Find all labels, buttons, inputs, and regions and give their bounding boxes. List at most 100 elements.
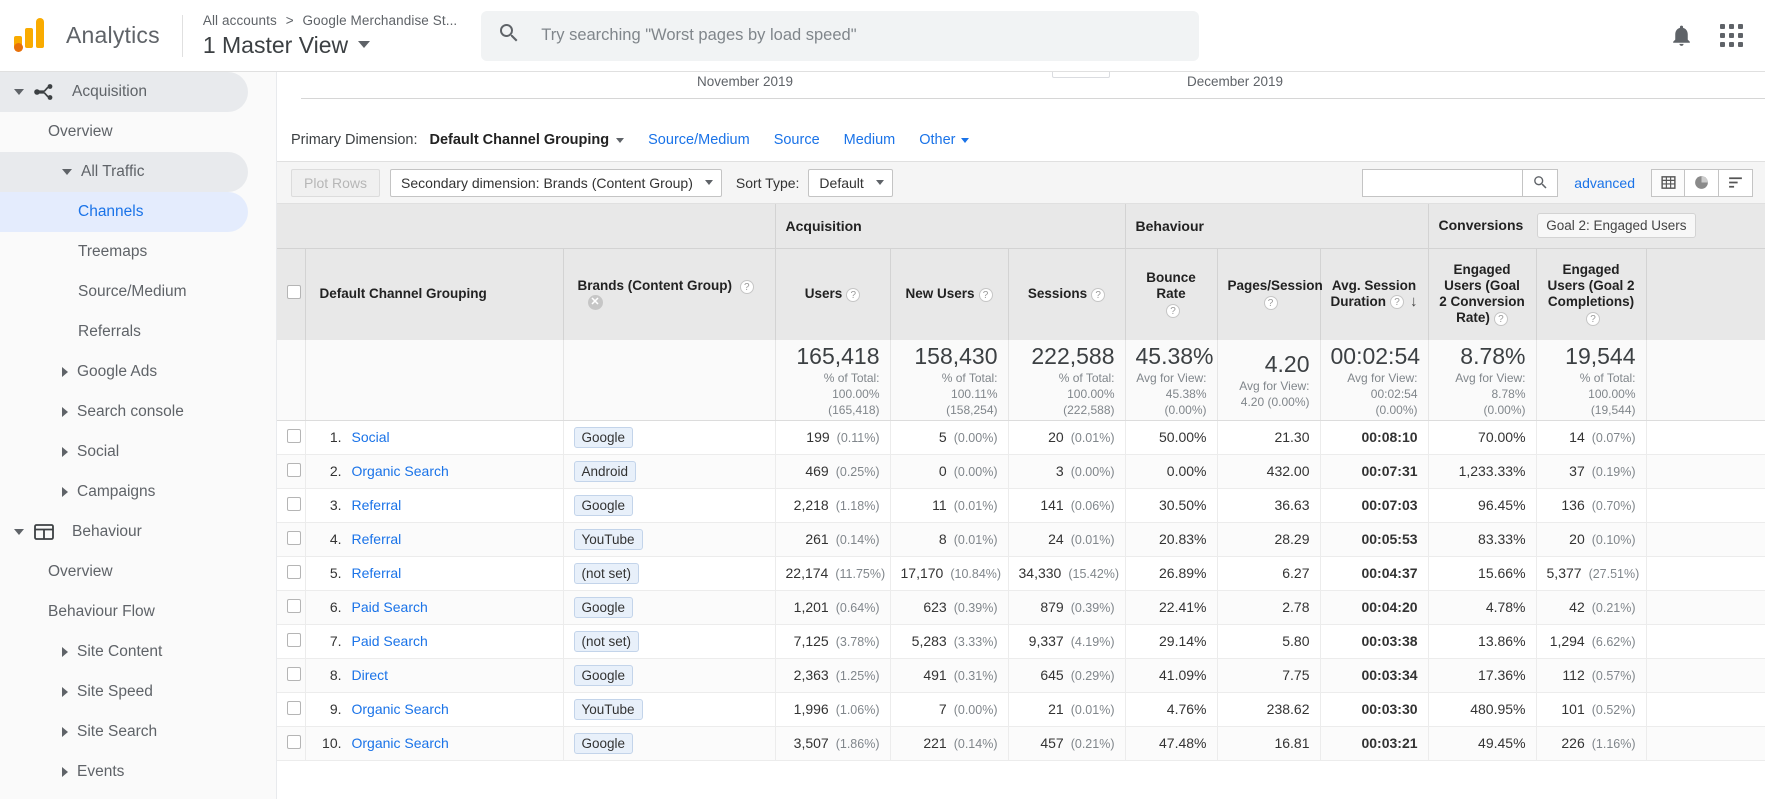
secondary-dimension-select[interactable]: Secondary dimension: Brands (Content Gro…	[390, 168, 722, 197]
channel-link[interactable]: Paid Search	[352, 633, 428, 649]
breadcrumb-account[interactable]: Google Merchandise St...	[303, 13, 458, 28]
brand-chip[interactable]: Android	[573, 460, 637, 482]
row-checkbox[interactable]	[287, 632, 301, 647]
row-checkbox[interactable]	[287, 462, 301, 477]
sidebar-item-events[interactable]: Events	[0, 752, 276, 792]
table-search-input[interactable]	[1362, 168, 1523, 197]
sidebar-item-site-content[interactable]: Site Content	[0, 632, 276, 672]
column-sessions[interactable]: Sessions?	[1008, 247, 1126, 340]
channel-link[interactable]: Referral	[352, 565, 402, 581]
row-checkbox[interactable]	[287, 530, 301, 545]
brand-chip[interactable]: Google	[573, 732, 634, 754]
table-row[interactable]: 5. Referral (not set) 22,174 (11.75%) 17,170(…	[277, 556, 1765, 591]
help-icon[interactable]: ?	[1390, 295, 1404, 310]
channel-link[interactable]: Organic Search	[352, 701, 449, 717]
help-icon[interactable]: ?	[978, 287, 993, 302]
column-brands-content-group[interactable]: Brands (Content Group) ? ✕	[563, 247, 776, 340]
sidebar-item-social[interactable]: Social	[0, 432, 276, 472]
sidebar-item-site-speed[interactable]: Site Speed	[0, 672, 276, 712]
view-name[interactable]: 1 Master View	[203, 30, 457, 60]
table-row[interactable]: 9. Organic Search YouTube 1,996 (1.06%) 7 (0.0…	[277, 692, 1765, 727]
help-icon[interactable]: ?	[1263, 295, 1278, 310]
column-avg-session-duration[interactable]: Avg. Session Duration? ↓	[1320, 247, 1429, 340]
primary-dimension-source[interactable]: Source	[774, 132, 820, 148]
table-row[interactable]: 6. Paid Search Google 1,201 (0.64%) 623 (0.39%…	[277, 590, 1765, 625]
sidebar-item-referrals[interactable]: Referrals	[0, 312, 276, 352]
column-goal2-conversion-rate[interactable]: Engaged Users (Goal 2 Conversion Rate)?	[1428, 247, 1537, 340]
column-pages-session[interactable]: Pages/Session?	[1217, 247, 1323, 340]
channel-link[interactable]: Organic Search	[352, 463, 449, 479]
help-icon[interactable]: ?	[739, 279, 754, 294]
global-search[interactable]	[481, 10, 1200, 61]
notifications-icon[interactable]	[1669, 23, 1694, 48]
sort-descending-icon[interactable]: ↓	[1410, 294, 1418, 310]
brand-chip[interactable]: YouTube	[573, 528, 643, 550]
chevron-down-icon[interactable]	[358, 41, 371, 48]
channel-link[interactable]: Organic Search	[352, 735, 449, 751]
sidebar-item-treemaps[interactable]: Treemaps	[0, 232, 276, 272]
table-row[interactable]: 3. Referral Google 2,218 (1.18%) 11 (0.01%) 141…	[277, 488, 1765, 523]
brand-chip[interactable]: Google	[573, 664, 634, 686]
sidebar-item-search-console[interactable]: Search console	[0, 392, 276, 432]
row-checkbox[interactable]	[287, 428, 301, 443]
brand-chip[interactable]: Google	[573, 494, 634, 516]
channel-link[interactable]: Referral	[352, 497, 402, 513]
brand-chip[interactable]: Google	[573, 596, 634, 618]
column-goal2-completions[interactable]: Engaged Users (Goal 2 Completions)?	[1536, 247, 1647, 340]
sidebar-item-google-ads[interactable]: Google Ads	[0, 352, 276, 392]
column-bounce-rate[interactable]: Bounce Rate?	[1125, 247, 1218, 340]
brand-chip[interactable]: Google	[573, 426, 634, 448]
pie-chart-view-icon[interactable]	[1685, 168, 1719, 197]
help-icon[interactable]: ?	[1091, 287, 1106, 302]
sidebar-item-campaigns[interactable]: Campaigns	[0, 472, 276, 512]
comparison-view-icon[interactable]	[1719, 168, 1753, 197]
brand-chip[interactable]: YouTube	[573, 698, 643, 720]
goal-select[interactable]: Goal 2: Engaged Users	[1537, 213, 1696, 239]
channel-link[interactable]: Referral	[352, 531, 402, 547]
plot-rows-button[interactable]: Plot Rows	[291, 168, 381, 197]
help-icon[interactable]: ?	[1166, 303, 1180, 318]
primary-dimension-source-medium[interactable]: Source/Medium	[648, 132, 750, 148]
row-checkbox[interactable]	[287, 598, 301, 613]
help-icon[interactable]: ?	[846, 287, 861, 302]
chart-collapse-button[interactable]	[1052, 72, 1110, 78]
remove-secondary-dimension-icon[interactable]: ✕	[587, 295, 603, 311]
sidebar-item-channels[interactable]: Channels	[0, 192, 248, 232]
column-users[interactable]: Users?	[775, 247, 891, 340]
channel-link[interactable]: Direct	[352, 667, 389, 683]
row-checkbox[interactable]	[287, 666, 301, 681]
brand-chip[interactable]: (not set)	[573, 630, 640, 652]
sidebar-item-behaviour-flow[interactable]: Behaviour Flow	[0, 592, 276, 632]
table-row[interactable]: 7. Paid Search (not set) 7,125 (3.78%) 5,283(…	[277, 624, 1765, 659]
sidebar-item-source-medium[interactable]: Source/Medium	[0, 272, 276, 312]
sidebar-item-publisher[interactable]: Publisher	[0, 792, 276, 799]
channel-link[interactable]: Social	[352, 429, 390, 445]
select-all-checkbox[interactable]	[287, 285, 301, 300]
row-checkbox[interactable]	[287, 700, 301, 715]
table-search[interactable]	[1362, 168, 1559, 197]
column-new-users[interactable]: New Users?	[890, 247, 1009, 340]
row-checkbox[interactable]	[287, 564, 301, 579]
sort-type-select[interactable]: Default	[808, 168, 893, 197]
advanced-link[interactable]: advanced	[1574, 175, 1635, 191]
row-checkbox[interactable]	[287, 496, 301, 511]
table-row[interactable]: 1. Social Google 199 (0.11%) 5 (0.00%) 20 (0.01%…	[277, 420, 1765, 455]
sidebar-section-acquisition[interactable]: Acquisition	[0, 72, 248, 112]
primary-dimension-active[interactable]: Default Channel Grouping	[430, 132, 625, 148]
breadcrumb-all-accounts[interactable]: All accounts	[203, 13, 277, 28]
account-selector[interactable]: All accounts > Google Merchandise St... …	[203, 12, 457, 60]
table-search-button[interactable]	[1522, 168, 1559, 197]
row-checkbox[interactable]	[287, 734, 301, 749]
help-icon[interactable]: ?	[1586, 311, 1601, 326]
brand-chip[interactable]: (not set)	[573, 562, 640, 584]
primary-dimension-medium[interactable]: Medium	[844, 132, 896, 148]
help-icon[interactable]: ?	[1493, 311, 1508, 326]
table-row[interactable]: 2. Organic Search Android 469 (0.25%) 0 (0.00%…	[277, 454, 1765, 489]
channel-link[interactable]: Paid Search	[352, 599, 428, 615]
table-row[interactable]: 10. Organic Search Google 3,507 (1.86%) 221 (0…	[277, 726, 1765, 761]
sidebar-item-overview[interactable]: Overview	[0, 112, 276, 152]
sidebar-item-all-traffic[interactable]: All Traffic	[0, 152, 248, 192]
apps-grid-icon[interactable]	[1720, 24, 1743, 47]
sidebar-item-site-search[interactable]: Site Search	[0, 712, 276, 752]
column-default-channel-grouping[interactable]: Default Channel Grouping	[305, 247, 564, 340]
